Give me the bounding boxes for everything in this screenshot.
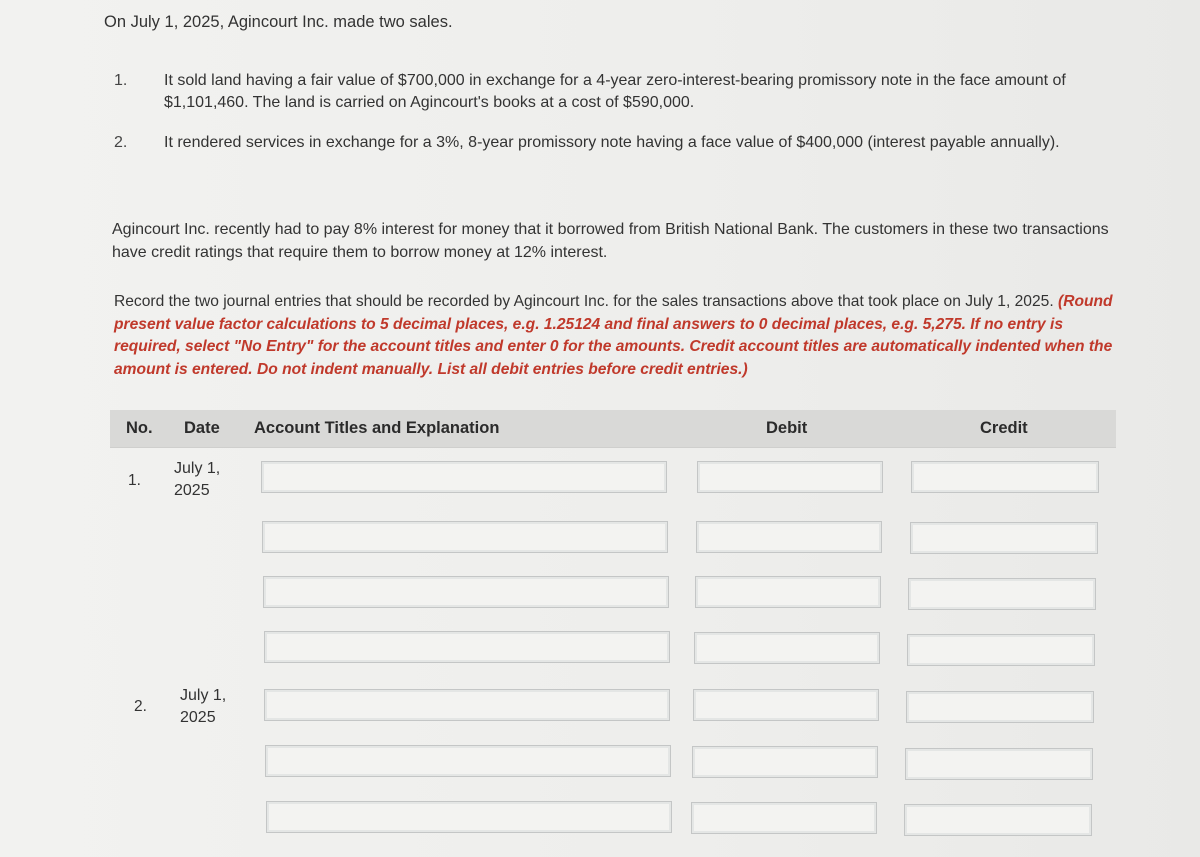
entry-date: July 1, 2025 — [180, 685, 226, 729]
transaction-list: 1. It sold land having a fair value of $… — [104, 70, 1124, 154]
entry-number: 2. — [134, 698, 147, 715]
header-date: Date — [184, 419, 220, 437]
problem-page: On July 1, 2025, Agincourt Inc. made two… — [0, 0, 1200, 857]
transaction-text: It sold land having a fair value of $700… — [164, 72, 1066, 111]
journal-table-header: No. Date Account Titles and Explanation … — [110, 410, 1116, 448]
credit-amount-input[interactable] — [910, 522, 1098, 554]
account-title-input[interactable] — [264, 689, 670, 721]
entry-date-line1: July 1, — [180, 687, 227, 704]
credit-amount-input[interactable] — [911, 461, 1099, 493]
account-title-input[interactable] — [266, 801, 672, 833]
transaction-item: 2. It rendered services in exchange for … — [104, 132, 1124, 154]
account-title-input[interactable] — [262, 521, 668, 553]
credit-amount-input[interactable] — [907, 634, 1095, 666]
credit-amount-input[interactable] — [905, 748, 1093, 780]
entry-date: July 1, 2025 — [174, 458, 220, 502]
account-title-input[interactable] — [265, 745, 671, 777]
debit-amount-input[interactable] — [696, 521, 882, 553]
debit-amount-input[interactable] — [694, 632, 880, 664]
problem-intro: On July 1, 2025, Agincourt Inc. made two… — [104, 13, 453, 31]
instructions: Record the two journal entries that shou… — [114, 291, 1124, 381]
account-title-input[interactable] — [264, 631, 670, 663]
debit-amount-input[interactable] — [693, 689, 879, 721]
transaction-text: It rendered services in exchange for a 3… — [164, 134, 1060, 151]
header-no: No. — [126, 419, 153, 437]
interest-context: Agincourt Inc. recently had to pay 8% in… — [112, 221, 1109, 261]
credit-amount-input[interactable] — [904, 804, 1092, 836]
entry-number: 1. — [128, 472, 141, 489]
account-title-input[interactable] — [261, 461, 667, 493]
transaction-number: 1. — [114, 72, 128, 89]
credit-amount-input[interactable] — [908, 578, 1096, 610]
debit-amount-input[interactable] — [691, 802, 877, 834]
account-title-input[interactable] — [263, 576, 669, 608]
debit-amount-input[interactable] — [695, 576, 881, 608]
header-debit: Debit — [766, 419, 808, 437]
credit-amount-input[interactable] — [906, 691, 1094, 723]
transaction-number: 2. — [114, 134, 128, 151]
entry-date-line1: July 1, — [174, 460, 221, 477]
instructions-lead: Record the two journal entries that shou… — [114, 293, 1054, 310]
header-credit: Credit — [980, 419, 1028, 437]
entry-date-line2: 2025 — [180, 709, 216, 726]
header-account-titles: Account Titles and Explanation — [254, 419, 500, 437]
debit-amount-input[interactable] — [697, 461, 883, 493]
entry-date-line2: 2025 — [174, 482, 210, 499]
debit-amount-input[interactable] — [692, 746, 878, 778]
transaction-item: 1. It sold land having a fair value of $… — [104, 70, 1124, 114]
